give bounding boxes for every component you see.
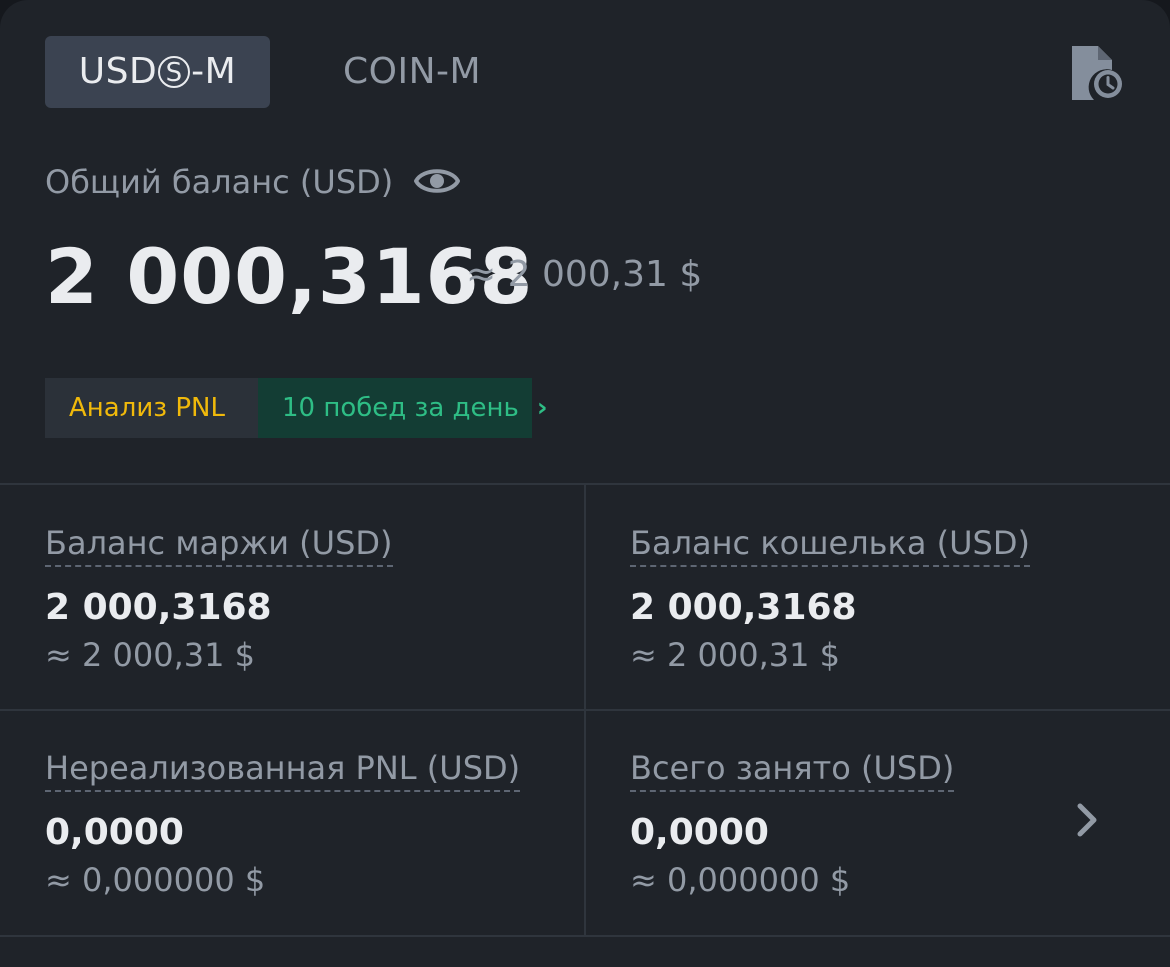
total-balance-value: 2 000,3168 bbox=[45, 232, 534, 321]
unrealized-pnl-label[interactable]: Нереализованная PNL (USD) bbox=[45, 746, 521, 792]
margin-balance-approx: ≈ 2 000,31 $ bbox=[45, 636, 256, 674]
unrealized-pnl-approx: ≈ 0,000000 $ bbox=[45, 861, 266, 899]
futures-balance-card: USD S -M COIN-M Общий баланс (USD) 2 000,3… bbox=[0, 0, 1170, 967]
daily-wins-label: 10 побед за день bbox=[282, 393, 519, 423]
pnl-strip: Анализ PNL 10 побед за день › bbox=[45, 378, 548, 438]
wallet-balance-cell: Баланс кошелька (USD) 2 000,3168 ≈ 2 000… bbox=[630, 521, 1170, 677]
chevron-right-icon[interactable] bbox=[1072, 800, 1102, 840]
total-balance-label: Общий баланс (USD) bbox=[45, 163, 394, 201]
tab-usds-suffix: -M bbox=[191, 51, 237, 92]
total-borrowed-approx: ≈ 0,000000 $ bbox=[630, 861, 851, 899]
document-clock-icon[interactable] bbox=[1068, 44, 1124, 102]
tab-usds-prefix: USD bbox=[78, 51, 158, 92]
wallet-balance-label[interactable]: Баланс кошелька (USD) bbox=[630, 521, 1030, 567]
tab-coin-m[interactable]: COIN-M bbox=[343, 36, 481, 108]
tab-usds-m[interactable]: USD S -M bbox=[45, 36, 270, 108]
eye-icon[interactable] bbox=[413, 162, 461, 200]
total-borrowed-label[interactable]: Всего занято (USD) bbox=[630, 746, 955, 792]
margin-balance-cell: Баланс маржи (USD) 2 000,3168 ≈ 2 000,31… bbox=[45, 521, 585, 677]
unrealized-pnl-cell: Нереализованная PNL (USD) 0,0000 ≈ 0,000… bbox=[45, 746, 585, 902]
pnl-analysis-button[interactable]: Анализ PNL bbox=[45, 378, 258, 438]
total-balance-approx: ≈ 2 000,31 $ bbox=[466, 254, 703, 295]
margin-balance-value: 2 000,3168 bbox=[45, 587, 272, 628]
wallet-balance-value: 2 000,3168 bbox=[630, 587, 857, 628]
chevron-right-icon: › bbox=[536, 393, 548, 423]
tab-usds-circled-s: S bbox=[158, 56, 191, 88]
wallet-balance-approx: ≈ 2 000,31 $ bbox=[630, 636, 841, 674]
daily-wins-button[interactable]: 10 побед за день › bbox=[258, 378, 548, 438]
unrealized-pnl-value: 0,0000 bbox=[45, 812, 184, 853]
margin-balance-label[interactable]: Баланс маржи (USD) bbox=[45, 521, 393, 567]
